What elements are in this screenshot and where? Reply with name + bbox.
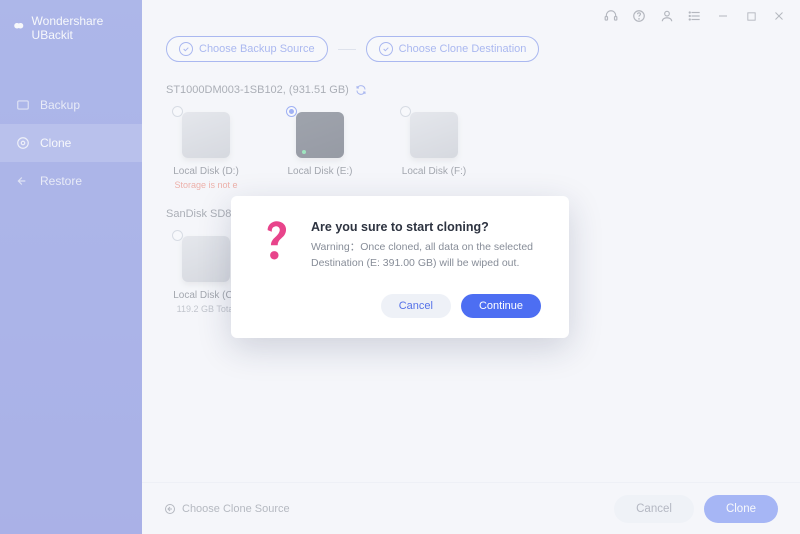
dialog-title: Are you sure to start cloning?	[311, 220, 541, 234]
dialog-message: Warning：Once cloned, all data on the sel…	[311, 240, 541, 272]
confirm-dialog: Are you sure to start cloning? Warning：O…	[231, 196, 569, 338]
modal-overlay: Are you sure to start cloning? Warning：O…	[0, 0, 800, 534]
dialog-cancel-button[interactable]: Cancel	[381, 294, 451, 318]
dialog-continue-button[interactable]: Continue	[461, 294, 541, 318]
question-icon	[259, 220, 293, 318]
